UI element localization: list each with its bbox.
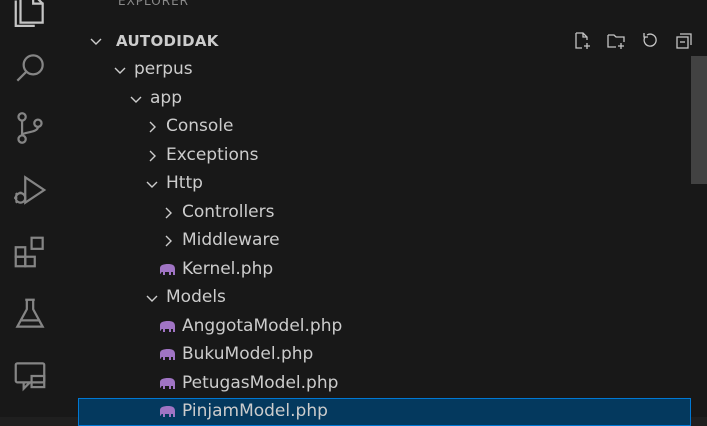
chevron-right-icon: [165, 235, 172, 247]
tree-folder-row[interactable]: Models: [78, 284, 691, 312]
tree-item-label: BukuModel.php: [182, 344, 314, 364]
new-file-icon[interactable]: [571, 30, 593, 52]
tree-item-label: Models: [166, 287, 226, 307]
remote-explorer-icon[interactable]: [8, 354, 52, 398]
tree-item-label: PetugasModel.php: [182, 372, 339, 393]
tree-folder-row[interactable]: perpus: [78, 56, 691, 84]
tree-item-label: PinjamModel.php: [182, 401, 328, 421]
php-elephant-icon: [160, 263, 175, 275]
tree-item-label: app: [150, 87, 182, 108]
workspace-title: AUTODIDAK: [116, 32, 219, 50]
chevron-down-icon: [146, 295, 158, 302]
tree-file-row[interactable]: Kernel.php: [78, 256, 691, 284]
tree-item-label: AnggotaModel.php: [182, 315, 343, 336]
tree-folder-row[interactable]: Console: [78, 113, 691, 141]
tree-folder-row[interactable]: Exceptions: [78, 142, 691, 170]
tree-folder-row[interactable]: Controllers: [78, 199, 691, 227]
tree-item-label: perpus: [134, 59, 193, 79]
extensions-icon[interactable]: [8, 230, 52, 274]
php-elephant-icon: [160, 320, 175, 332]
explorer-files-icon[interactable]: [8, 0, 52, 32]
search-icon[interactable]: [8, 46, 52, 90]
scrollbar[interactable]: [691, 56, 707, 184]
tree-item-label: Controllers: [182, 201, 275, 222]
new-folder-icon[interactable]: [605, 30, 627, 52]
chevron-right-icon: [149, 150, 156, 161]
tree-file-row[interactable]: AnggotaModel.php: [78, 313, 691, 341]
tree-item-label: Exceptions: [166, 144, 259, 165]
tree-folder-row[interactable]: Middleware: [78, 227, 691, 255]
run-debug-icon[interactable]: [8, 168, 52, 212]
tree-file-row[interactable]: PinjamModel.php: [78, 398, 691, 426]
testing-flask-icon[interactable]: [8, 292, 52, 336]
tree-folder-row[interactable]: app: [78, 85, 691, 113]
tree-item-label: Http: [166, 173, 203, 193]
workspace-section-header[interactable]: AUTODIDAK: [78, 26, 707, 56]
php-elephant-icon: [160, 377, 175, 389]
explorer-panel: EXPLORER AUTODIDAK perpus app Console Ex…: [78, 0, 707, 426]
chevron-down-icon: [90, 38, 102, 45]
tree-item-label: Console: [166, 116, 234, 136]
chevron-down-icon: [114, 67, 126, 74]
tree-item-label: Middleware: [182, 230, 280, 250]
activity-bar: [0, 0, 78, 417]
chevron-right-icon: [149, 121, 156, 133]
source-control-icon[interactable]: [8, 106, 52, 150]
php-elephant-icon: [160, 349, 175, 360]
tree-file-row[interactable]: BukuModel.php: [78, 341, 691, 369]
tree-folder-row[interactable]: Http: [78, 170, 691, 198]
tree-file-row[interactable]: PetugasModel.php: [78, 370, 691, 398]
chevron-right-icon: [165, 207, 172, 218]
refresh-icon[interactable]: [639, 30, 661, 52]
chevron-down-icon: [130, 96, 142, 103]
explorer-title: EXPLORER: [118, 0, 189, 8]
chevron-down-icon: [146, 181, 158, 188]
section-actions: [571, 30, 695, 52]
tree-item-label: Kernel.php: [182, 258, 274, 279]
collapse-all-icon[interactable]: [673, 30, 695, 52]
